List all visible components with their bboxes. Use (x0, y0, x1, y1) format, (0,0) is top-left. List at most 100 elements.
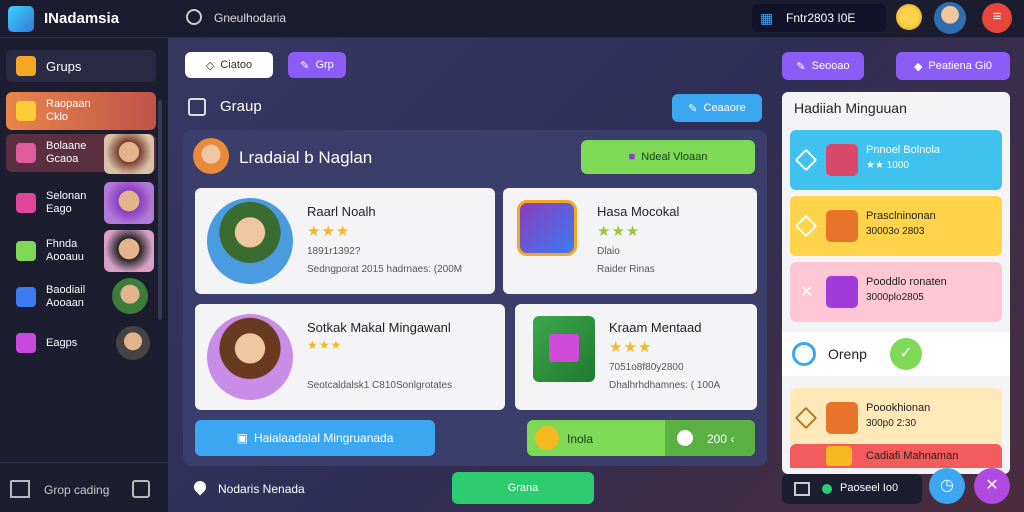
chip-ciatoo[interactable]: ◇ Ciatoo (185, 52, 273, 78)
chip-peatiena[interactable]: ◆ Peatiena Gi0 (896, 52, 1010, 80)
card-name: Kraam Mentaad (609, 320, 702, 335)
edit-icon[interactable] (132, 480, 150, 498)
card-line2: Sedngporat 2015 hadrnaes: (200M (307, 264, 463, 275)
sidebar-item-label: Eagps (46, 337, 78, 349)
avatar[interactable] (112, 278, 148, 314)
sidebar-item-label: Bolaane (46, 140, 87, 152)
reward-title: Pnnoel Bolnola (866, 144, 941, 156)
list-item[interactable]: Sotkak Makal Mingawanl ★★★ Seotcaldalsk1… (195, 304, 505, 410)
location-icon[interactable] (186, 9, 202, 25)
trophy-icon[interactable] (896, 4, 922, 30)
sidebar-item-sub: Gcaoa (46, 153, 79, 165)
reward-card[interactable]: Poookhionan 300p0 2:30 (790, 388, 1002, 448)
footer-green-button[interactable]: Grana (452, 472, 594, 504)
user-avatar[interactable] (934, 2, 966, 34)
card-line1: Dlaio (597, 246, 620, 257)
rating-stars: ★★★ (597, 223, 641, 240)
sidebar-item-raopaan[interactable]: Raopaan Cklo (6, 92, 156, 130)
chip-grp[interactable]: ✎ Grp (288, 52, 346, 78)
puzzle-icon (16, 287, 36, 307)
home-icon[interactable] (10, 480, 30, 498)
tag-icon: ◇ (205, 59, 215, 72)
top-bar: INadamsia Gneulhodaria ▦ Fntr2803 I0E ≡ (0, 0, 1024, 38)
group-label: Orenp (828, 346, 867, 362)
diamond-icon (794, 214, 818, 238)
avatar[interactable] (104, 182, 154, 224)
sidebar-scrollbar[interactable] (158, 100, 162, 320)
card-line2: Raider Rinas (597, 264, 655, 275)
create-label: Ceaaore (703, 102, 746, 114)
timer-icon (677, 430, 693, 446)
create-button[interactable]: ✎ Ceaaore (672, 94, 762, 122)
reward-card[interactable]: Pnnoel Bolnola ★★ 1000 (790, 130, 1002, 190)
list-item[interactable]: Kraam Mentaad ★★★ 7051o8f80y2800 Dhalhrh… (515, 304, 757, 410)
sidebar-item-grups[interactable]: Grups (6, 50, 156, 82)
rating-stars: ★★★ (609, 339, 653, 356)
tools-button[interactable]: ✕ (974, 468, 1010, 504)
gift-box-icon (826, 276, 858, 308)
sidebar-item-sub: Aooauu (46, 251, 84, 263)
score-value: Fntr2803 I0E (786, 11, 856, 25)
chip-label: Seooao (811, 60, 850, 72)
score-box[interactable]: ▦ Fntr2803 I0E (752, 4, 886, 32)
chart-icon: ▦ (760, 10, 774, 26)
panel-title: Lradaial b Naglan (239, 148, 373, 167)
panel-button[interactable]: ■ Ndeal Vloaan (581, 140, 755, 174)
home-icon[interactable] (794, 482, 810, 496)
main-panel: Lradaial b Naglan ■ Ndeal Vloaan Raarl No… (183, 130, 767, 466)
reward-sub: 300p0 2:30 (866, 418, 917, 429)
tag-icon: ◆ (913, 60, 923, 73)
right-panel-title: Hadiiah Minguuan (794, 100, 907, 116)
avatar[interactable] (104, 134, 154, 174)
folder-icon (16, 333, 36, 353)
gift-box-icon (826, 144, 858, 176)
right-footer-label: Paoseel Io0 (840, 482, 899, 494)
reward-card[interactable]: Prasclninonan 30003o 2803 (790, 196, 1002, 256)
grups-icon (16, 56, 36, 76)
coin-bar[interactable]: Inola 200 ‹ (527, 420, 755, 456)
treasure-chest-icon (826, 402, 858, 434)
avatar[interactable] (104, 230, 154, 272)
list-item[interactable]: Hasa Mocokal ★★★ Dlaio Raider Rinas (503, 188, 757, 294)
coins-icon (826, 446, 852, 466)
menu-button[interactable]: ≡ (982, 3, 1012, 33)
bar-chart-icon (16, 241, 36, 261)
app-logo-icon (8, 6, 34, 32)
card-name: Raarl Noalh (307, 204, 376, 219)
reward-title: Cadiafi Mahnaman (866, 450, 959, 462)
reward-title: Prasclninonan (866, 210, 936, 222)
check-circle-icon: ✓ (890, 338, 922, 370)
rating-stars: ★★★ (307, 223, 351, 240)
sidebar-item-label: Selonan (46, 190, 87, 202)
bottom-left-button[interactable]: ▣ Haialaadalal Mingruanada (195, 420, 435, 456)
reward-title: Poookhionan (866, 402, 931, 414)
sidebar-item-sub: Cklo (46, 111, 69, 123)
gem-image (533, 316, 595, 382)
list-item[interactable]: Raarl Noalh ★★★ 1891r1392? Sedngporat 20… (195, 188, 495, 294)
timer-button[interactable]: ◷ (929, 468, 965, 504)
group-icon (188, 98, 206, 116)
edit-icon: ✎ (796, 60, 806, 73)
main-footer-label: Nodaris Nenada (218, 482, 305, 496)
gift-box-icon (826, 210, 858, 242)
reward-card-partial[interactable]: Cadiafi Mahnaman (790, 444, 1002, 468)
coin-label: Inola (567, 432, 594, 446)
avatar[interactable] (116, 326, 150, 360)
gift-icon (16, 143, 36, 163)
sidebar-item-label: Fhnda (46, 238, 78, 250)
sidebar-item-label: Baodiail (46, 284, 86, 296)
group-row[interactable]: Orenp ✓ (782, 332, 1010, 376)
card-line1: 1891r1392? (307, 246, 361, 257)
character-image (207, 198, 293, 284)
reward-card[interactable]: ✕ Pooddlo ronaten 3000plo2805 (790, 262, 1002, 322)
sidebar-item-label: Raopaan (46, 98, 91, 110)
chip-label: Ciatoo (220, 59, 253, 71)
panel-avatar (193, 138, 229, 174)
sidebar-item-sub: Aooaan (46, 297, 84, 309)
status-dot-icon (822, 484, 832, 494)
reward-sub: 3000plo2805 (866, 292, 924, 303)
reward-title: Pooddlo ronaten (866, 276, 947, 288)
coin-icon (535, 426, 559, 450)
chip-seooao[interactable]: ✎ Seooao (782, 52, 864, 80)
edit-icon: ✎ (688, 102, 698, 115)
